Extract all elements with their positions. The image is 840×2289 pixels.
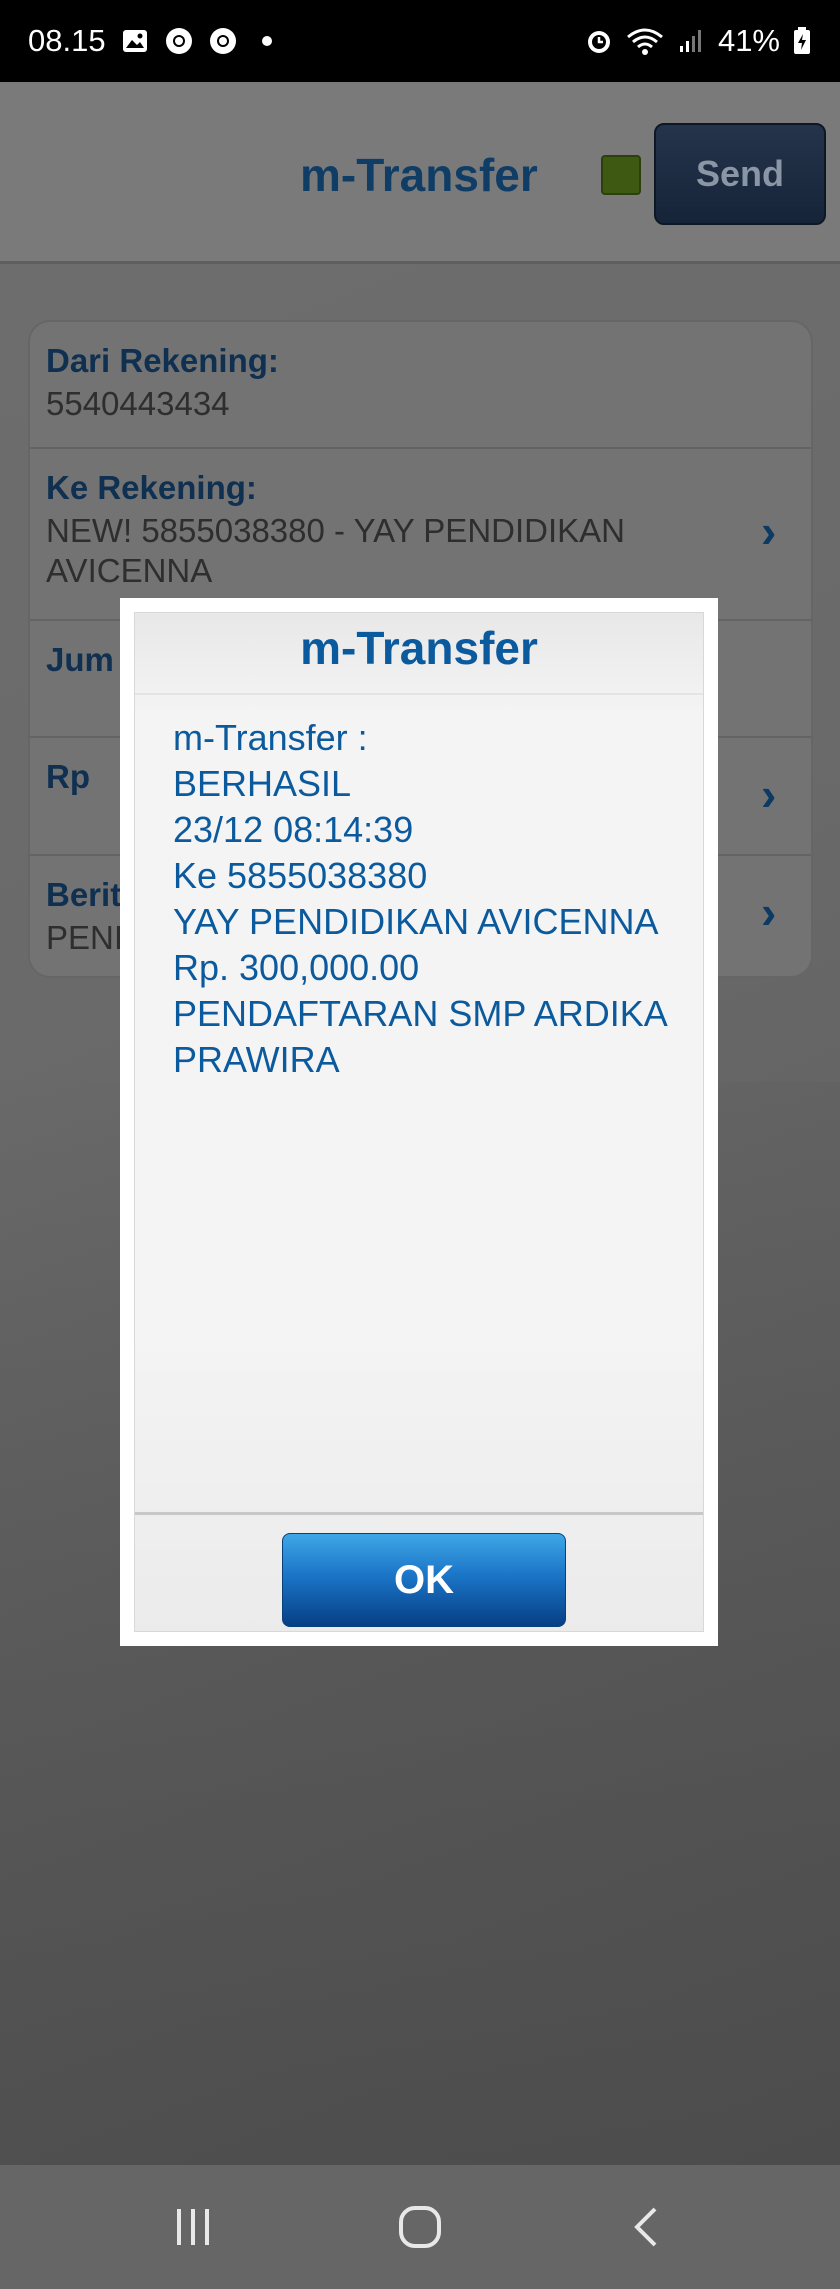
dialog-divider: [135, 693, 703, 695]
status-left: 08.15: [28, 23, 282, 59]
chevron-right-icon: ›: [761, 505, 777, 557]
signal-icon: [676, 26, 706, 56]
back-icon: [633, 2207, 657, 2247]
status-right: 41%: [584, 23, 812, 59]
to-account-row[interactable]: Ke Rekening: NEW! 5855038380 - YAY PENDI…: [30, 449, 811, 621]
to-account-value: NEW! 5855038380 - YAY PENDIDIKAN AVICENN…: [46, 512, 625, 589]
chevron-right-icon: ›: [761, 886, 777, 938]
from-account-value: 5540443434: [46, 385, 230, 422]
recent-apps-button[interactable]: [153, 2187, 233, 2267]
screen: 08.15 41% m-Transfer Send Dari Rekening:…: [0, 0, 840, 2289]
battery-icon: [792, 26, 812, 56]
ok-button[interactable]: OK: [282, 1533, 566, 1627]
status-bar: 08.15 41%: [0, 0, 840, 82]
from-account-label: Dari Rekening:: [46, 342, 279, 379]
dialog-footer-divider: [135, 1512, 703, 1515]
message-line: 23/12 08:14:39: [173, 809, 414, 850]
recent-apps-icon: [177, 2209, 210, 2245]
message-line: BERHASIL: [173, 763, 352, 804]
message-line: Rp. 300,000.00: [173, 947, 420, 988]
alarm-icon: [584, 26, 614, 56]
to-account-label: Ke Rekening:: [46, 469, 257, 506]
status-indicator: [601, 155, 641, 195]
dialog-body: m-Transfer m-Transfer : BERHASIL 23/12 0…: [134, 612, 704, 1632]
clock: 08.15: [28, 23, 106, 58]
dialog-message: m-Transfer : BERHASIL 23/12 08:14:39 Ke …: [173, 715, 693, 1083]
message-line: YAY PENDIDIKAN AVICENNA: [173, 901, 659, 942]
app-header: m-Transfer Send: [0, 82, 840, 264]
back-button[interactable]: [607, 2187, 687, 2267]
send-button[interactable]: Send: [654, 123, 826, 225]
result-dialog: m-Transfer m-Transfer : BERHASIL 23/12 0…: [120, 598, 718, 1646]
dialog-title: m-Transfer: [300, 622, 538, 674]
message-line: Ke 5855038380: [173, 855, 428, 896]
home-icon: [398, 2206, 441, 2248]
dot-icon: [252, 26, 282, 56]
wifi-icon: [626, 26, 664, 56]
chrome-icon: [164, 26, 194, 56]
image-icon: [120, 26, 150, 56]
chrome-icon: [208, 26, 238, 56]
home-button[interactable]: [380, 2187, 460, 2267]
chevron-right-icon: ›: [761, 768, 777, 820]
message-line: m-Transfer :: [173, 717, 368, 758]
page-title: m-Transfer: [300, 149, 538, 201]
battery-percent: 41%: [717, 23, 780, 58]
from-account-row[interactable]: Dari Rekening: 5540443434: [30, 322, 811, 449]
navigation-bar: [0, 2165, 840, 2289]
message-line: PENDAFTARAN SMP ARDIKA PRAWIRA: [173, 993, 666, 1080]
